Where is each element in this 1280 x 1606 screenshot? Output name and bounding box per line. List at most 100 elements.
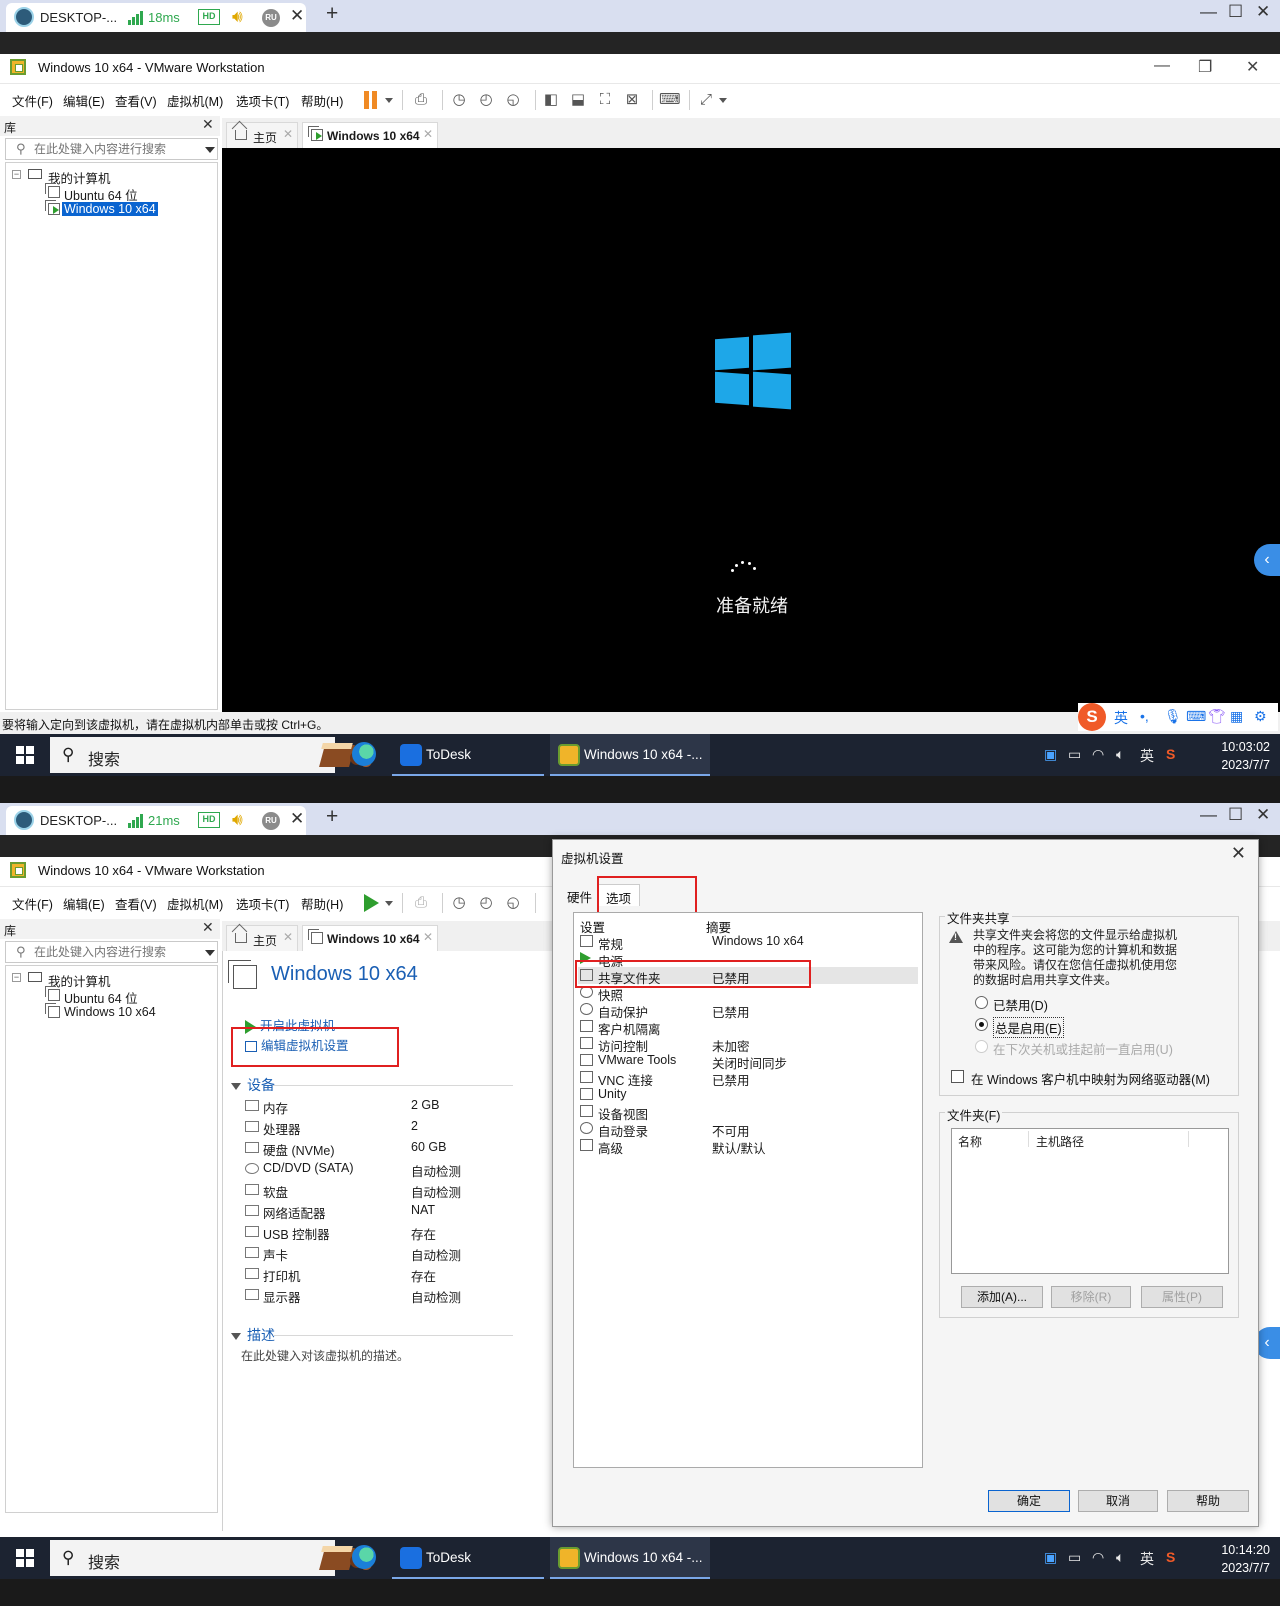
close-icon[interactable]: ✕	[1246, 57, 1259, 77]
close-icon[interactable]: ✕	[423, 127, 433, 141]
snapshot-icon[interactable]: ◷	[449, 90, 469, 110]
ru-icon[interactable]: RU	[262, 812, 280, 830]
fullscreen-icon[interactable]: ⛶	[595, 90, 615, 110]
edge-browser-icon[interactable]	[352, 1545, 376, 1569]
taskbar-app-todesk[interactable]: ToDesk	[392, 734, 544, 776]
menu-file[interactable]: 文件(F)	[12, 91, 53, 110]
todesk-tray-icon[interactable]: ▣	[1044, 746, 1057, 763]
taskbar-app-vmware[interactable]: Windows 10 x64 -...	[550, 1537, 710, 1579]
folders-table[interactable]: 名称 主机路径	[951, 1128, 1229, 1274]
option-advanced[interactable]: 高级 默认/默认	[578, 1137, 918, 1156]
collapse-icon[interactable]: −	[12, 170, 21, 179]
battery-icon[interactable]: ▭	[1068, 746, 1081, 763]
edge-browser-icon[interactable]	[352, 742, 376, 766]
start-icon[interactable]	[16, 1549, 34, 1567]
close-icon[interactable]: ✕	[283, 127, 293, 141]
speaker-icon[interactable]: 🔈︎	[1116, 1549, 1124, 1566]
taskbar-search[interactable]: ⚲ 搜索	[50, 1540, 372, 1576]
map-drive-checkbox[interactable]	[951, 1070, 964, 1083]
ime-language[interactable]: 英	[1114, 708, 1128, 728]
tab-hardware[interactable]: 硬件	[559, 884, 600, 906]
library-search[interactable]: ⚲	[5, 941, 218, 963]
menu-view[interactable]: 查看(V)	[115, 894, 157, 913]
tree-item-windows10[interactable]: Windows 10 x64	[44, 200, 214, 218]
close-session-icon[interactable]: ✕	[290, 6, 304, 26]
description-hint[interactable]: 在此处键入对该虚拟机的描述。	[241, 1347, 409, 1364]
devices-heading[interactable]: 设备	[231, 1075, 275, 1095]
menu-help[interactable]: 帮助(H)	[301, 91, 343, 110]
chevron-left-icon[interactable]: ‹	[1254, 544, 1280, 576]
sogou-ime-icon[interactable]: S	[1078, 703, 1106, 731]
description-heading[interactable]: 描述	[231, 1325, 275, 1345]
tray-clock[interactable]: 10:03:02 2023/7/7	[1200, 738, 1270, 774]
map-drive-label[interactable]: 在 Windows 客户机中映射为网络驱动器(M)	[971, 1069, 1210, 1088]
ok-button[interactable]: 确定	[988, 1490, 1070, 1512]
radio-disabled[interactable]	[975, 996, 988, 1009]
menu-tabs[interactable]: 选项卡(T)	[236, 894, 289, 913]
tray-language[interactable]: 英	[1140, 746, 1154, 766]
cancel-button[interactable]: 取消	[1078, 1490, 1158, 1512]
chevron-down-icon[interactable]	[385, 901, 393, 906]
radio-disabled-label[interactable]: 已禁用(D)	[993, 995, 1048, 1014]
wifi-icon[interactable]: ◠	[1092, 746, 1104, 763]
option-unity[interactable]: Unity	[578, 1086, 918, 1103]
tab-windows10[interactable]: Windows 10 x64 ✕	[302, 122, 438, 148]
add-folder-button[interactable]: 添加(A)...	[961, 1286, 1043, 1308]
device-row-cddvd[interactable]: CD/DVD (SATA) 自动检测	[245, 1159, 545, 1180]
option-autoprotect[interactable]: 自动保护 已禁用	[578, 1001, 918, 1020]
stretch-icon[interactable]: ⤢	[696, 90, 716, 110]
remote-session-tab[interactable]: DESKTOP-... 21ms HD 🔊︎ RU ✕	[6, 806, 306, 835]
menu-edit[interactable]: 编辑(E)	[63, 894, 105, 913]
option-device-view[interactable]: 设备视图	[578, 1103, 918, 1122]
maximize-icon[interactable]: ☐	[1228, 805, 1243, 825]
close-icon[interactable]: ✕	[283, 930, 293, 944]
search-input[interactable]	[34, 944, 194, 960]
console-icon[interactable]: ⌨	[659, 90, 681, 110]
skin-icon[interactable]: 👕︎	[1208, 708, 1226, 725]
new-session-icon[interactable]: +	[326, 805, 338, 829]
close-icon[interactable]: ✕	[202, 919, 214, 936]
tree-item-ubuntu[interactable]: Ubuntu 64 位	[44, 986, 214, 1006]
tree-item-my-computer[interactable]: − 我的计算机	[12, 167, 212, 186]
tree-item-windows10[interactable]: Windows 10 x64	[44, 1003, 214, 1021]
menu-view[interactable]: 查看(V)	[115, 91, 157, 110]
menu-file[interactable]: 文件(F)	[12, 894, 53, 913]
vm-console-screen[interactable]: 准备就绪	[222, 148, 1280, 712]
play-icon[interactable]	[364, 894, 379, 912]
snapshot-icon[interactable]: ◷	[449, 893, 469, 913]
radio-always-enabled[interactable]	[975, 1018, 988, 1031]
minimize-icon[interactable]: —	[1154, 57, 1170, 75]
minimize-icon[interactable]: —	[1200, 805, 1217, 825]
send-ctrl-alt-del-icon[interactable]: ⎙	[411, 893, 431, 913]
help-button[interactable]: 帮助	[1167, 1490, 1249, 1512]
option-autologin[interactable]: 自动登录 不可用	[578, 1120, 918, 1139]
option-general[interactable]: 常规 Windows 10 x64	[578, 933, 918, 952]
settings-icon[interactable]: ⚙	[1254, 708, 1267, 725]
volume-icon[interactable]: 🔊︎	[232, 7, 243, 27]
wifi-icon[interactable]: ◠	[1092, 1549, 1104, 1566]
revert-snapshot-icon[interactable]: ◴	[476, 893, 496, 913]
device-row-display[interactable]: 显示器 自动检测	[245, 1285, 545, 1306]
send-ctrl-alt-del-icon[interactable]: ⎙	[411, 90, 431, 110]
revert-snapshot-icon[interactable]: ◴	[476, 90, 496, 110]
menu-tabs[interactable]: 选项卡(T)	[236, 91, 289, 110]
unity-icon[interactable]: ⊠	[622, 90, 642, 110]
tab-home[interactable]: 主页 ✕	[226, 122, 298, 148]
tree-item-my-computer[interactable]: − 我的计算机	[12, 970, 212, 989]
hd-icon[interactable]: HD	[198, 812, 220, 828]
option-vnc[interactable]: VNC 连接 已禁用	[578, 1069, 918, 1088]
speaker-icon[interactable]: 🔈︎	[1116, 746, 1124, 763]
close-session-icon[interactable]: ✕	[290, 809, 304, 829]
sogou-tray-icon[interactable]: S	[1166, 1549, 1175, 1565]
start-icon[interactable]	[16, 746, 34, 764]
device-row-floppy[interactable]: 软盘 自动检测	[245, 1180, 545, 1201]
ime-punctuation[interactable]: •,	[1140, 708, 1149, 724]
library-view-icon[interactable]: ◧	[541, 90, 561, 110]
tree-item-ubuntu[interactable]: Ubuntu 64 位	[44, 183, 214, 203]
chevron-down-icon[interactable]	[719, 98, 727, 103]
collapse-icon[interactable]: −	[12, 973, 21, 982]
option-vmware-tools[interactable]: VMware Tools 关闭时间同步	[578, 1052, 918, 1071]
snapshot-manager-icon[interactable]: ◵	[503, 893, 523, 913]
device-row-disk[interactable]: 硬盘 (NVMe) 60 GB	[245, 1138, 545, 1159]
menu-vm[interactable]: 虚拟机(M)	[167, 91, 223, 110]
